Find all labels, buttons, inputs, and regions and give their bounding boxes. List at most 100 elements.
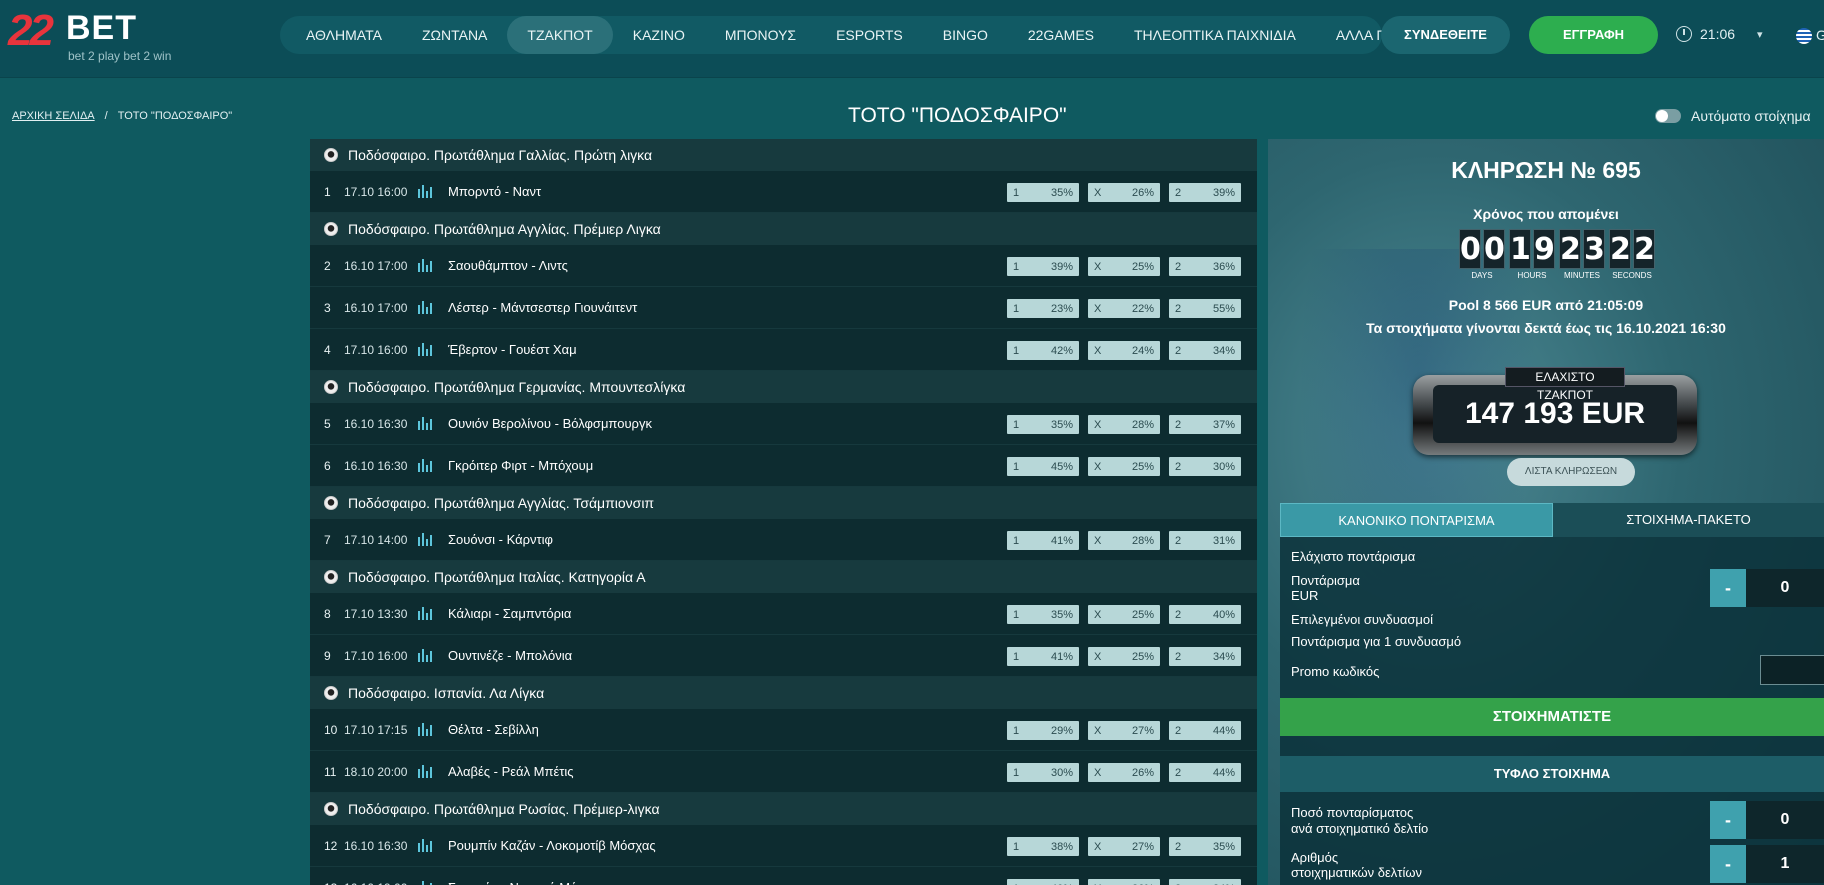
statistics-icon[interactable] [418,301,436,314]
logo[interactable]: 22 BET bet 2 play bet 2 win [8,6,178,66]
odd-home-button[interactable]: 1 23% [1007,299,1079,318]
odd-home-button[interactable]: 1 35% [1007,415,1079,434]
place-bet-button[interactable]: ΣΤΟΙΧΗΜΑΤΙΣΤΕ [1280,698,1824,736]
nav-item[interactable]: ΤΗΛΕΟΠΤΙΚΑ ΠΑΙΧΝΙΔΙΑ [1114,16,1316,54]
promo-code-input[interactable] [1760,655,1824,685]
greek-flag-icon[interactable] [1796,28,1812,44]
league-name: Ποδόσφαιρο. Πρωτάθλημα Αγγλίας. Πρέμιερ … [348,221,661,237]
statistics-icon[interactable] [418,459,436,472]
match-row: 3 16.10 17:00 Λέστερ - Μάντσεστερ Γιουνάιτ… [310,287,1257,329]
odd-draw-button[interactable]: X 22% [1088,299,1160,318]
clock-icon [1676,26,1692,42]
nav-item[interactable]: ΖΩΝΤΑΝΑ [402,16,507,54]
odd-home-button[interactable]: 1 45% [1007,457,1079,476]
league-name: Ποδόσφαιρο. Ισπανία. Λα Λίγκα [348,685,545,701]
odd-away-button[interactable]: 2 31% [1169,531,1241,550]
statistics-icon[interactable] [418,723,436,736]
odd-home-button[interactable]: 1 35% [1007,183,1079,202]
countdown-digits: 19 [1509,229,1555,269]
statistics-icon[interactable] [418,607,436,620]
odd-draw-button[interactable]: X 28% [1088,531,1160,550]
auto-bet-toggle[interactable]: Αυτόματο στοίχημα [1655,108,1811,124]
odd-home-button[interactable]: 1 35% [1007,605,1079,624]
odd-draw-button[interactable]: X 24% [1088,341,1160,360]
odd-draw-button[interactable]: X 25% [1088,605,1160,624]
odd-home-button[interactable]: 140% [1007,879,1079,885]
nav-item[interactable]: ESPORTS [816,16,923,54]
nav-item[interactable]: ΜΠΟΝΟΥΣ [705,16,816,54]
odd-outcome-label: 2 [1175,766,1182,779]
odd-percentage: 39% [1050,260,1073,273]
blind-amount-decrease-button[interactable]: - [1710,801,1746,839]
countdown-unit: 2 2 SECONDS [1609,229,1655,280]
auto-bet-label: Αυτόματο στοίχημα [1691,108,1811,124]
odd-away-button[interactable]: 2 36% [1169,257,1241,276]
statistics-icon[interactable] [418,839,436,852]
statistics-icon[interactable] [418,417,436,430]
odd-away-button[interactable]: 2 37% [1169,415,1241,434]
league-header: Ποδόσφαιρο. Πρωτάθλημα Ρωσίας. Πρέμιερ-λ… [310,793,1257,825]
statistics-icon[interactable] [418,259,436,272]
clock[interactable]: 21:06 ▾ [1676,26,1763,42]
odd-draw-button[interactable]: X 28% [1088,415,1160,434]
odd-home-button[interactable]: 1 42% [1007,341,1079,360]
odd-percentage: 41% [1050,650,1073,663]
league-name: Ποδόσφαιρο. Πρωτάθλημα Ρωσίας. Πρέμιερ-λ… [348,801,660,817]
odd-home-button[interactable]: 1 30% [1007,763,1079,782]
statistics-icon[interactable] [418,765,436,778]
blind-count-sublabel: στοιχηματικών δελτίων [1291,865,1422,880]
toggle-switch[interactable] [1655,109,1681,123]
blind-amount-input[interactable]: 0 [1746,801,1824,839]
stake-decrease-button[interactable]: - [1710,569,1746,607]
statistics-icon[interactable] [418,533,436,546]
odd-draw-button[interactable]: X 27% [1088,837,1160,856]
draw-list-button[interactable]: ΛΙΣΤΑ ΚΛΗΡΩΣΕΩΝ [1507,458,1635,486]
odd-draw-button[interactable]: X26% [1088,183,1160,202]
statistics-icon[interactable] [418,343,436,356]
register-button[interactable]: ΕΓΓΡΑΦΗ [1529,16,1658,54]
logo-tagline: bet 2 play bet 2 win [68,49,172,63]
statistics-icon[interactable] [418,185,436,198]
odd-home-button[interactable]: 1 41% [1007,531,1079,550]
promo-label: Promo κωδικός [1291,664,1380,679]
tab-regular-bet[interactable]: ΚΑΝΟΝΙΚΟ ΠΟΝΤΑΡΙΣΜΑ [1280,503,1553,537]
blind-count-decrease-button[interactable]: - [1710,845,1746,883]
odd-away-button[interactable]: 2 44% [1169,763,1241,782]
match-row: 4 17.10 16:00 Έβερτον - Γουέστ Χαμ 1 42% X 24%… [310,329,1257,371]
odd-away-button[interactable]: 2 35% [1169,837,1241,856]
breadcrumb-home-link[interactable]: ΑΡΧΙΚΗ ΣΕΛΙΔΑ [12,110,95,122]
nav-item[interactable]: ΚΑΖΙΝΟ [613,16,705,54]
odd-outcome-label: X [1094,302,1102,315]
language-label[interactable]: G [1816,27,1824,43]
odd-home-button[interactable]: 1 38% [1007,837,1079,856]
tab-package-bet[interactable]: ΣΤΟΙΧΗΜΑ-ΠΑΚΕΤΟ [1553,503,1824,537]
odd-draw-button[interactable]: X 27% [1088,721,1160,740]
odd-away-button[interactable]: 2 40% [1169,605,1241,624]
odd-outcome-label: X [1094,460,1102,473]
odd-draw-button[interactable]: X 25% [1088,257,1160,276]
odd-outcome-label: 2 [1175,460,1182,473]
login-button[interactable]: ΣΥΝΔΕΘΕΙΤΕ [1381,16,1510,54]
nav-item[interactable]: 22GAMES [1008,16,1114,54]
stake-input[interactable]: 0 [1746,569,1824,607]
odd-draw-button[interactable]: X26% [1088,763,1160,782]
odd-home-button[interactable]: 1 39% [1007,257,1079,276]
odd-away-button[interactable]: 2 39% [1169,183,1241,202]
odd-home-button[interactable]: 1 41% [1007,647,1079,666]
odd-draw-button[interactable]: X 25% [1088,647,1160,666]
odd-away-button[interactable]: 2 44% [1169,721,1241,740]
odd-away-button[interactable]: 2 30% [1169,457,1241,476]
odd-draw-button[interactable]: X26% [1088,879,1160,885]
nav-item[interactable]: ΑΘΛΗΜΑΤΑ [286,16,402,54]
statistics-icon[interactable] [418,881,436,885]
nav-item[interactable]: ΤΖΑΚΠΟΤ [507,16,613,54]
odd-away-button[interactable]: 2 55% [1169,299,1241,318]
odd-home-button[interactable]: 1 29% [1007,721,1079,740]
odd-away-button[interactable]: 234% [1169,879,1241,885]
odd-away-button[interactable]: 234% [1169,647,1241,666]
odd-draw-button[interactable]: X 25% [1088,457,1160,476]
odd-away-button[interactable]: 234% [1169,341,1241,360]
nav-item[interactable]: BINGO [923,16,1008,54]
statistics-icon[interactable] [418,649,436,662]
blind-count-input[interactable]: 1 [1746,845,1824,883]
